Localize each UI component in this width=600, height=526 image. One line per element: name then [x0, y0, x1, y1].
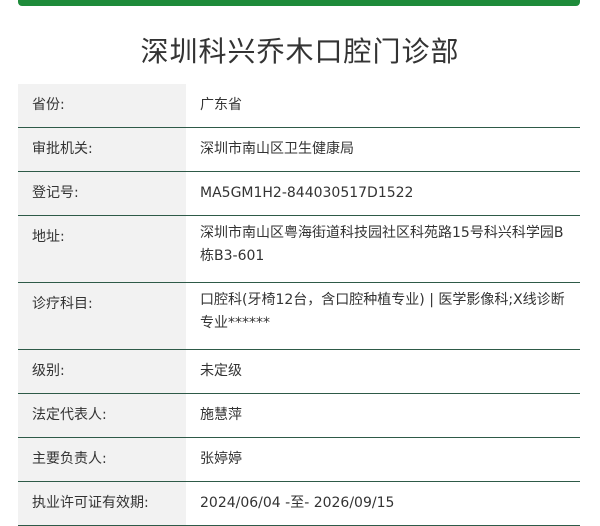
- info-table: 省份: 广东省 审批机关: 深圳市南山区卫生健康局 登记号: MA5GM1H2-…: [18, 84, 580, 526]
- row-label: 审批机关:: [18, 127, 186, 172]
- table-row: 法定代表人: 施慧萍: [18, 393, 580, 438]
- row-label: 登记号:: [18, 171, 186, 216]
- row-label: 诊疗科目:: [18, 282, 186, 350]
- row-label: 级别:: [18, 349, 186, 394]
- table-row: 省份: 广东省: [18, 84, 580, 128]
- row-value: 口腔科(牙椅12台，含口腔种植专业) | 医学影像科;X线诊断专业******: [200, 292, 565, 331]
- row-label: 主要负责人:: [18, 437, 186, 482]
- row-value: MA5GM1H2-844030517D1522: [200, 185, 414, 201]
- table-row: 诊疗科目: 口腔科(牙椅12台，含口腔种植专业) | 医学影像科;X线诊断专业*…: [18, 282, 580, 350]
- row-label: 执业许可证有效期:: [18, 481, 186, 526]
- row-label: 法定代表人:: [18, 393, 186, 438]
- top-accent-bar: [18, 0, 580, 6]
- table-row: 主要负责人: 张婷婷: [18, 437, 580, 482]
- table-row: 审批机关: 深圳市南山区卫生健康局: [18, 127, 580, 172]
- table-row: 执业许可证有效期: 2024/06/04 -至- 2026/09/15: [18, 481, 580, 526]
- row-value: 未定级: [200, 363, 242, 379]
- row-label: 省份:: [18, 84, 186, 128]
- row-value: 张婷婷: [200, 451, 242, 467]
- row-value: 2024/06/04 -至- 2026/09/15: [200, 495, 395, 511]
- table-row: 级别: 未定级: [18, 349, 580, 394]
- row-value: 深圳市南山区卫生健康局: [200, 141, 354, 157]
- table-row: 登记号: MA5GM1H2-844030517D1522: [18, 171, 580, 216]
- row-value: 施慧萍: [200, 407, 242, 423]
- table-row: 地址: 深圳市南山区粤海街道科技园社区科苑路15号科兴科学园B栋B3-601: [18, 215, 580, 283]
- row-label: 地址:: [18, 215, 186, 283]
- row-value: 广东省: [200, 97, 242, 113]
- row-value: 深圳市南山区粤海街道科技园社区科苑路15号科兴科学园B栋B3-601: [200, 225, 564, 264]
- page-title: 深圳科兴乔木口腔门诊部: [140, 35, 460, 68]
